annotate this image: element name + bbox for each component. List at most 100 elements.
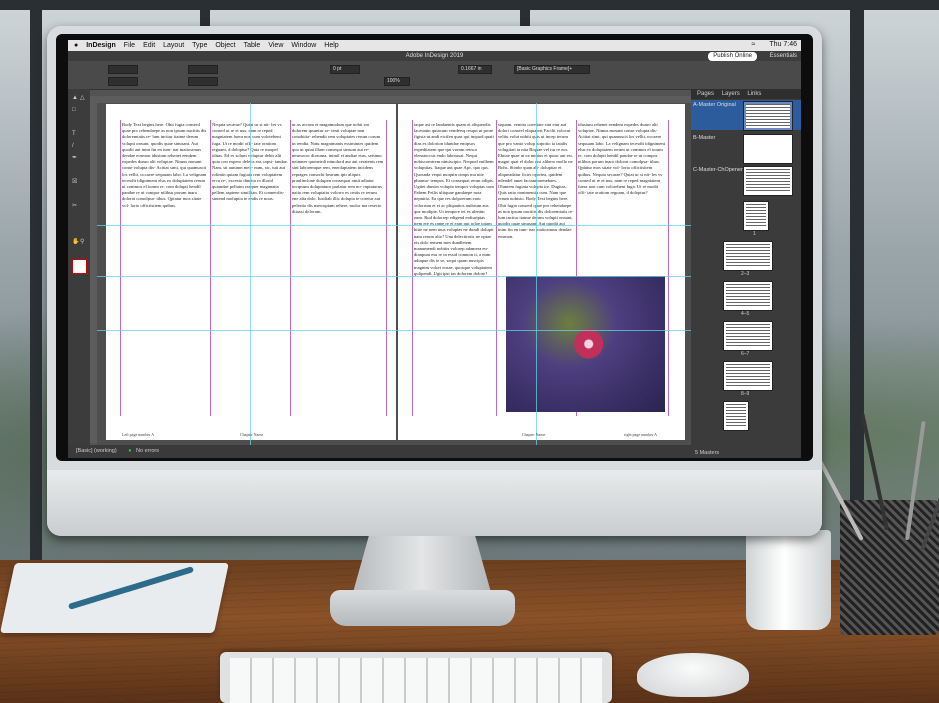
menu-layout[interactable]: Layout [163,42,184,49]
menubar-status-area: ≈ Thu 7:46 [744,41,797,48]
publish-online-button[interactable]: Publish Online [708,52,757,61]
master-item[interactable]: C-Master-ChOpener [691,165,801,196]
page-number: 1 [753,231,756,237]
window-frame-right [850,0,864,560]
ruler-guide[interactable] [97,276,691,277]
window-frame-mid2 [520,0,530,26]
master-item[interactable]: A-Master Original [691,100,801,131]
rectangle-frame-icon[interactable]: ☒ [72,179,79,185]
ruler-guide[interactable] [97,225,691,226]
tab-links[interactable]: Links [747,91,761,97]
offset-field[interactable]: 0.1667 in [458,65,492,74]
spread-number: 2–3 [741,271,750,277]
margin-guide [386,120,387,416]
right-folio: right page number A [624,432,657,437]
margin-guide [412,120,413,416]
master-label: A-Master Original [693,102,736,108]
spread-thumbnail[interactable] [723,361,773,391]
direct-selection-icon[interactable]: △ [80,95,87,101]
indesign-screen: ● InDesign File Edit Layout Type Object … [68,40,801,458]
pencil-holder [840,500,939,635]
spread-thumbnail[interactable] [723,241,773,271]
master-thumbnail [743,166,793,196]
left-folio: Left page number A [122,432,155,437]
body-text-column[interactable]: ur as accum et magnimolum que nobit eat … [292,122,384,416]
preflight-errors: No errors [136,448,159,454]
mouse [637,653,749,697]
menu-view[interactable]: View [268,42,283,49]
line-tool-icon[interactable]: / [72,143,79,149]
margin-guide [210,120,211,416]
window-frame-top [0,0,939,10]
tab-layers[interactable]: Layers [722,91,740,97]
control-panel: 0 pt 0.1667 in 100% [Basic Graphics Fram… [68,61,801,90]
monitor-stand-base [330,590,515,626]
margin-guide [668,120,669,416]
menu-edit[interactable]: Edit [143,42,155,49]
master-label: C-Master-ChOpener [693,167,743,173]
x-field[interactable] [108,65,138,74]
pages-panel-footer: 5 Masters [695,450,720,456]
master-thumbnail [743,134,793,164]
vertical-ruler[interactable] [90,103,97,443]
tools-panel: ▲ △ □ T / ✒ ☒ ✂ ✋ ⚲ [68,89,90,458]
pen-tool-icon[interactable]: ✒ [72,155,79,161]
window-frame-mid [200,0,210,26]
hand-tool-icon[interactable]: ✋ [72,239,79,245]
menu-table[interactable]: Table [244,42,261,49]
zoom-tool-icon[interactable]: ⚲ [80,239,87,245]
stroke-weight-field[interactable]: 0 pt [330,65,360,74]
margin-guide [496,120,497,416]
width-field[interactable] [188,65,218,74]
preflight-profile[interactable]: [Basic] (working) [76,448,117,454]
page-tool-icon[interactable]: □ [72,107,79,113]
flower-image-frame[interactable] [506,276,665,412]
y-field[interactable] [108,77,138,86]
window-frame-left [30,0,42,560]
menu-app-name[interactable]: InDesign [86,42,116,49]
status-bar: [Basic] (working) ● No errors [68,445,691,458]
keyboard-keys [230,658,602,703]
fill-stroke-swatch-icon[interactable] [72,259,87,274]
ruler-guide[interactable] [97,330,691,331]
right-chapter-name: Chapter Name [522,432,546,437]
menu-object[interactable]: Object [215,42,235,49]
spread-thumbnail[interactable] [723,281,773,311]
spread-number: 6–7 [741,351,750,357]
type-tool-icon[interactable]: T [72,131,79,137]
tab-pages[interactable]: Pages [697,91,714,97]
body-text-column[interactable]: idusium rehenet eendem expedes dunro ali… [578,122,666,272]
monitor-chin [47,470,822,536]
body-text-column[interactable]: taque asi re landaentis quam et aliqueod… [414,122,494,416]
body-text-column[interactable]: Body Text begins here. Obit fugia conser… [122,122,208,416]
workspace-switcher[interactable]: Essentials [770,51,797,61]
height-field[interactable] [188,77,218,86]
scissors-icon[interactable]: ✂ [72,203,79,209]
menu-type[interactable]: Type [192,42,207,49]
menu-help[interactable]: Help [324,42,338,49]
menu-file[interactable]: File [124,42,135,49]
menu-window[interactable]: Window [291,42,316,49]
page-thumbnail[interactable] [723,401,749,431]
object-style-dropdown[interactable]: [Basic Graphics Frame]+ [514,65,590,74]
ruler-guide[interactable] [250,103,251,445]
spread-thumbnail[interactable] [723,321,773,351]
apple-icon[interactable]: ● [74,42,78,49]
menubar-clock[interactable]: Thu 7:46 [769,41,797,48]
margin-guide [290,120,291,416]
master-item[interactable]: B-Master [691,133,801,164]
page-thumbnail[interactable] [743,201,769,231]
panel-tabs: Pages Layers Links [691,89,801,99]
pages-panel: Pages Layers Links A-Master Original B-M… [691,89,801,458]
window-title: Adobe InDesign 2019 [68,51,801,61]
scale-field[interactable]: 100% [384,77,410,86]
ruler-guide[interactable] [536,103,537,445]
master-label: B-Master [693,135,716,141]
selection-tool-icon[interactable]: ▲ [72,95,79,101]
photo-scene: ● InDesign File Edit Layout Type Object … [0,0,939,703]
coffee-cup [746,530,831,630]
master-thumbnail [743,101,793,131]
wifi-icon[interactable]: ≈ [752,41,756,48]
monitor-stand [352,536,492,596]
margin-guide [120,120,121,416]
